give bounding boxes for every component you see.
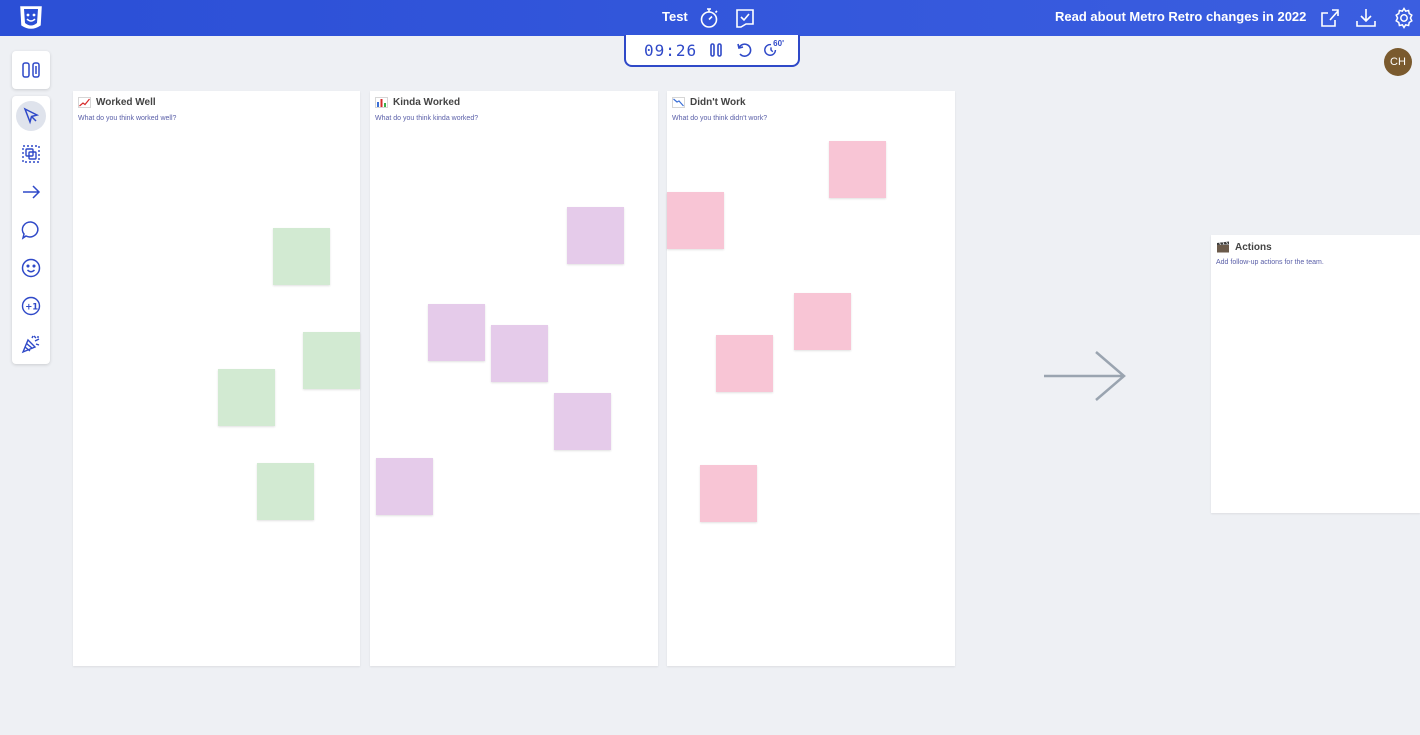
download-icon[interactable]	[1354, 6, 1378, 30]
news-link[interactable]: Read about Metro Retro changes in 2022	[1055, 9, 1306, 24]
settings-icon[interactable]	[1392, 6, 1416, 30]
sticky-note[interactable]	[794, 293, 851, 350]
sticky-note[interactable]	[273, 228, 330, 285]
sticky-note[interactable]	[303, 332, 360, 389]
sticky-note[interactable]	[567, 207, 624, 264]
add-time-button[interactable]: 60'	[763, 39, 787, 59]
column-actions[interactable]: Actions Add follow-up actions for the te…	[1211, 235, 1420, 513]
column-worked-well[interactable]: Worked Well What do you think worked wel…	[73, 91, 360, 666]
flow-arrow-icon[interactable]	[1040, 350, 1128, 402]
sticky-note[interactable]	[491, 325, 548, 382]
celebrate-tool-button[interactable]	[16, 329, 46, 359]
arrow-tool-button[interactable]	[16, 177, 46, 207]
column-title[interactable]: Actions	[1235, 242, 1272, 253]
column-title[interactable]: Worked Well	[96, 97, 156, 108]
avatar[interactable]: CH	[1384, 48, 1412, 76]
column-header: Actions	[1216, 241, 1272, 253]
trend-up-icon	[78, 97, 91, 108]
add-time-label: 60'	[773, 39, 784, 48]
board-title[interactable]: Test	[662, 9, 688, 24]
sticky-note[interactable]	[376, 458, 433, 515]
plus-one-icon: +1	[21, 296, 41, 316]
timer-value: 09:26	[644, 40, 698, 60]
retro-board-icon[interactable]	[733, 6, 757, 30]
stopwatch-icon[interactable]	[697, 6, 721, 30]
layout-toolbox	[12, 51, 50, 89]
svg-text:+1: +1	[25, 302, 38, 312]
sticky-note[interactable]	[554, 393, 611, 450]
column-title[interactable]: Kinda Worked	[393, 97, 460, 108]
clapperboard-icon	[1217, 241, 1229, 253]
column-kinda-worked[interactable]: Kinda Worked What do you think kinda wor…	[370, 91, 658, 666]
logo-icon[interactable]	[16, 3, 46, 33]
sticky-note[interactable]	[829, 141, 886, 198]
smiley-icon	[21, 258, 41, 278]
timer-widget: 09:26 60'	[624, 35, 800, 67]
column-title[interactable]: Didn't Work	[690, 97, 746, 108]
plus-one-tool-button[interactable]: +1	[16, 291, 46, 321]
emoji-tool-button[interactable]	[16, 253, 46, 283]
top-bar: Test Read about Metro Retro changes in 2…	[0, 0, 1420, 36]
columns-layout-icon	[22, 62, 40, 78]
sticky-note[interactable]	[716, 335, 773, 392]
group-select-icon	[22, 145, 40, 163]
column-didnt-work[interactable]: Didn't Work What do you think didn't wor…	[667, 91, 955, 666]
pause-icon[interactable]	[707, 41, 725, 59]
party-popper-icon	[21, 335, 40, 354]
sticky-note[interactable]	[700, 465, 757, 522]
arrow-right-icon	[23, 185, 41, 199]
reset-icon[interactable]	[735, 41, 753, 59]
sticky-note[interactable]	[257, 463, 314, 520]
column-header: Kinda Worked	[375, 97, 460, 108]
group-tool-button[interactable]	[16, 139, 46, 169]
column-header: Didn't Work	[672, 97, 746, 108]
sticky-note[interactable]	[667, 192, 724, 249]
column-subtitle: What do you think worked well?	[78, 115, 177, 122]
select-tool-button[interactable]	[16, 101, 46, 131]
bar-chart-icon	[375, 97, 388, 108]
column-header: Worked Well	[78, 97, 156, 108]
column-subtitle: What do you think didn't work?	[672, 115, 768, 122]
column-subtitle: What do you think kinda worked?	[375, 115, 479, 122]
cursor-icon	[23, 107, 40, 125]
sticky-note[interactable]	[218, 369, 275, 426]
layout-tool-button[interactable]	[16, 55, 46, 85]
sticky-note[interactable]	[428, 304, 485, 361]
share-icon[interactable]	[1318, 6, 1342, 30]
speech-bubble-icon	[21, 221, 39, 240]
column-subtitle: Add follow-up actions for the team.	[1216, 259, 1324, 266]
tools-toolbox: +1	[12, 96, 50, 364]
trend-down-icon	[672, 97, 685, 108]
comment-tool-button[interactable]	[16, 215, 46, 245]
